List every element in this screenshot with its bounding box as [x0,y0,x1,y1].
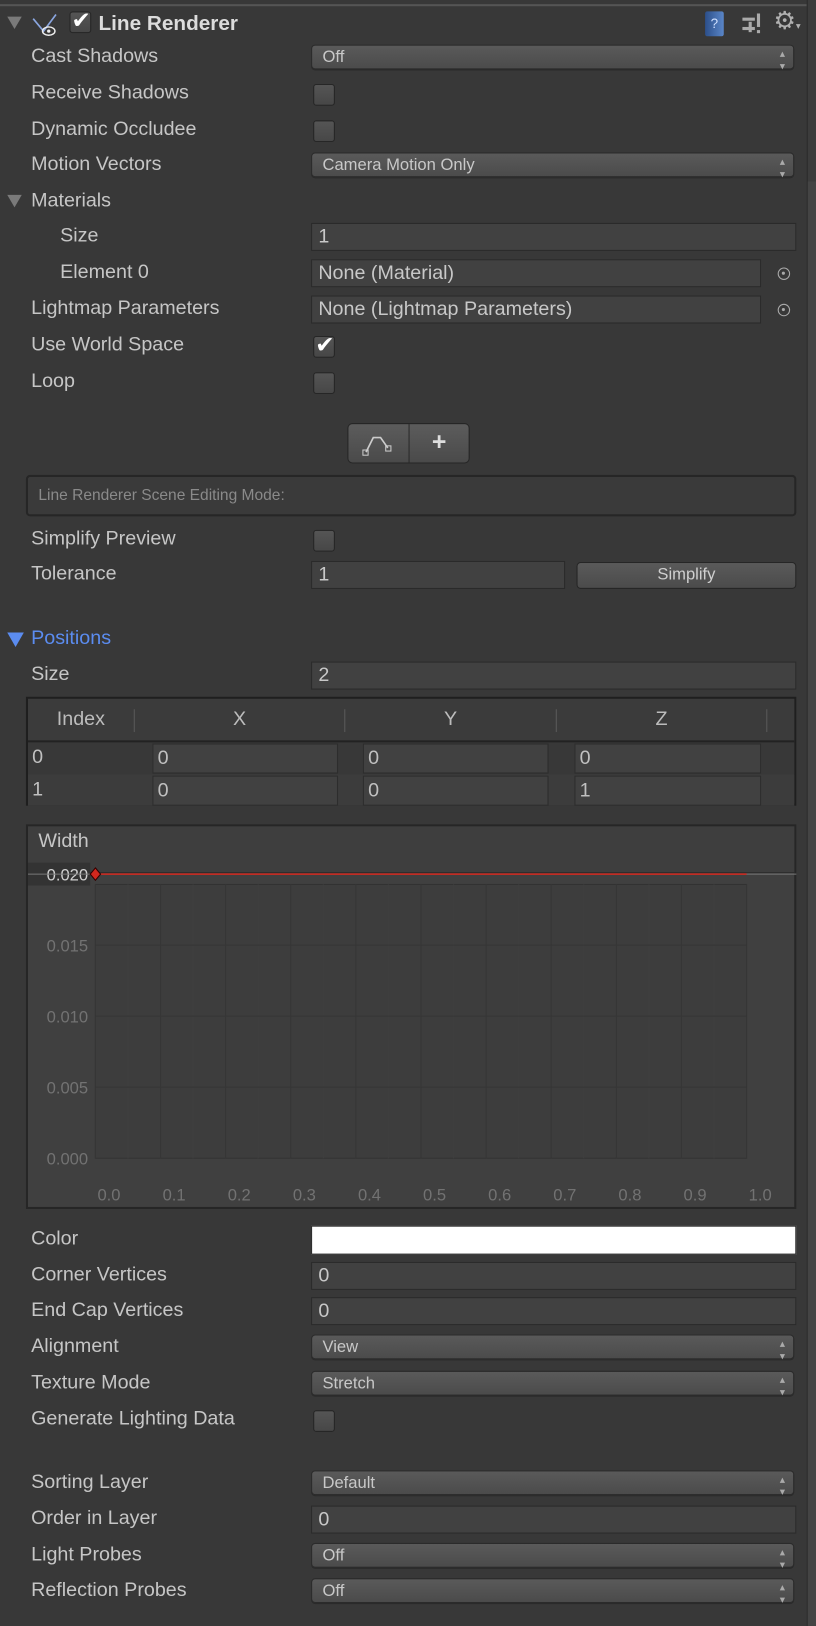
dropdown-arrow-icon: ▴ ▾ [779,1547,785,1571]
y-tick-label: 0.020 [47,865,89,884]
generate-lighting-label: Generate Lighting Data [31,1408,235,1430]
x-tick-label: 0.3 [293,1186,316,1205]
x-tick-label: 0.2 [228,1186,251,1205]
light-probes-label: Light Probes [31,1543,142,1566]
x-tick-label: 0.4 [358,1186,381,1205]
dropdown-arrow-icon: ▴ ▾ [779,1582,785,1607]
alignment-value: View [322,1338,359,1357]
generate-lighting-checkbox[interactable] [313,1410,335,1432]
reflection-probes-label: Reflection Probes [31,1579,187,1601]
sorting-layer-value: Default [322,1474,376,1493]
color-swatch[interactable] [311,1225,797,1255]
x-tick-label: 0.9 [684,1186,707,1205]
corner-vertices-label: Corner Vertices [31,1263,167,1286]
curve-keyframe [89,867,102,882]
light-probes-dropdown[interactable]: Off ▴ ▾ [311,1542,795,1571]
end-cap-vertices-input[interactable]: 0 [311,1297,797,1326]
texture-mode-label: Texture Mode [31,1371,151,1394]
color-label: Color [31,1227,79,1250]
x-tick-label: 0.0 [97,1186,120,1205]
order-in-layer-label: Order in Layer [31,1507,158,1530]
texture-mode-dropdown[interactable]: Stretch ▴ ▾ [311,1370,795,1399]
corner-vertices-input[interactable]: 0 [311,1261,797,1290]
light-probes-value: Off [322,1547,345,1565]
end-cap-vertices-label: End Cap Vertices [31,1299,184,1322]
x-tick-label: 0.5 [423,1186,446,1205]
x-tick-label: 0.7 [553,1186,576,1205]
y-tick-label: 0.010 [47,1007,89,1026]
alignment-label: Alignment [31,1335,119,1358]
order-in-layer-input[interactable]: 0 [311,1505,797,1534]
y-tick-label: 0.015 [47,936,89,955]
x-tick-label: 0.6 [488,1186,511,1205]
x-tick-label: 0.8 [618,1186,641,1205]
inspector-panel: Line Renderer ? ⚙▾ Cast Shadows Off▴▾ Re… [0,0,816,1626]
texture-mode-value: Stretch [322,1374,376,1393]
dropdown-arrow-icon: ▴ ▾ [779,1374,785,1399]
dropdown-arrow-icon: ▴ ▾ [779,1474,785,1499]
sorting-layer-label: Sorting Layer [31,1471,149,1494]
sorting-layer-dropdown[interactable]: Default ▴ ▾ [311,1470,795,1498]
reflection-probes-value: Off [322,1582,345,1600]
alignment-dropdown[interactable]: View ▴ ▾ [311,1334,795,1362]
y-tick-label: 0.005 [47,1078,89,1097]
x-tick-label: 0.1 [163,1186,186,1205]
dropdown-arrow-icon: ▴ ▾ [779,1338,785,1363]
x-tick-label: 1.0 [749,1186,772,1205]
y-tick-label: 0.000 [47,1149,89,1168]
reflection-probes-dropdown[interactable]: Off ▴ ▾ [311,1578,795,1606]
